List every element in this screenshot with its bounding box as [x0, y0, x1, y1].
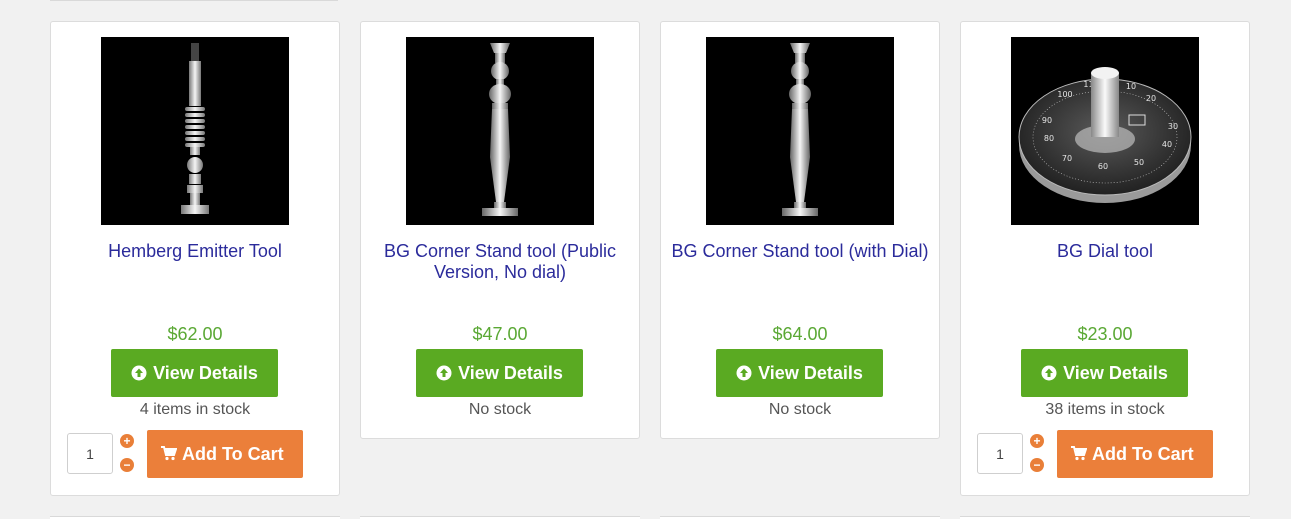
add-to-cart-button[interactable]: Add To Cart — [1057, 430, 1213, 478]
arrow-circle-up-icon — [1041, 365, 1057, 381]
product-card: BG Corner Stand tool (Public Version, No… — [360, 21, 640, 439]
previous-row-card-edge — [50, 0, 338, 1]
dial-number: 30 — [1168, 122, 1178, 131]
quantity-input[interactable] — [67, 433, 113, 474]
dial-number: 50 — [1134, 158, 1144, 167]
product-price: $62.00 — [167, 324, 223, 344]
add-to-cart-label: Add To Cart — [1092, 444, 1194, 464]
product-title-link[interactable]: BG Corner Stand tool (with Dial) — [671, 241, 929, 262]
dial-number: 80 — [1044, 134, 1054, 143]
view-details-button[interactable]: View Details — [416, 349, 583, 397]
arrow-circle-up-icon — [436, 365, 452, 381]
view-details-button[interactable]: View Details — [716, 349, 883, 397]
product-price: $64.00 — [772, 324, 828, 344]
product-price: $23.00 — [1077, 324, 1133, 344]
arrow-circle-up-icon — [736, 365, 752, 381]
product-image[interactable] — [406, 37, 594, 225]
dial-number: 100 — [1057, 90, 1072, 99]
product-image[interactable] — [706, 37, 894, 225]
product-card: Hemberg Emitter Tool $62.00 View Details… — [50, 21, 340, 496]
product-title-link[interactable]: Hemberg Emitter Tool — [61, 241, 329, 262]
add-to-cart-label: Add To Cart — [182, 444, 284, 464]
view-details-button[interactable]: View Details — [1021, 349, 1188, 397]
product-title-link[interactable]: BG Corner Stand tool (Public Version, No… — [371, 241, 629, 283]
minus-circle-icon[interactable]: − — [1030, 458, 1044, 472]
add-to-cart-button[interactable]: Add To Cart — [147, 430, 303, 478]
product-image[interactable] — [101, 37, 289, 225]
dial-number: 20 — [1146, 94, 1156, 103]
view-details-label: View Details — [1063, 363, 1168, 383]
product-card: 100 110 10 20 30 40 50 60 70 80 90 BG Di… — [960, 21, 1250, 496]
product-image[interactable]: 100 110 10 20 30 40 50 60 70 80 90 — [1011, 37, 1199, 225]
view-details-button[interactable]: View Details — [111, 349, 278, 397]
view-details-label: View Details — [458, 363, 563, 383]
product-price: $47.00 — [472, 324, 528, 344]
plus-circle-icon[interactable]: + — [1030, 434, 1044, 448]
dial-number: 90 — [1042, 116, 1052, 125]
dial-number: 10 — [1126, 82, 1136, 91]
quantity-input[interactable] — [977, 433, 1023, 474]
stock-status: 4 items in stock — [139, 401, 251, 418]
cart-icon — [161, 446, 177, 461]
cart-icon — [1071, 446, 1087, 461]
view-details-label: View Details — [758, 363, 863, 383]
product-title-link[interactable]: BG Dial tool — [971, 241, 1239, 262]
view-details-label: View Details — [153, 363, 258, 383]
dial-number: 70 — [1062, 154, 1072, 163]
arrow-circle-up-icon — [131, 365, 147, 381]
minus-circle-icon[interactable]: − — [120, 458, 134, 472]
product-card: BG Corner Stand tool (with Dial) $64.00 … — [660, 21, 940, 439]
stock-status: 38 items in stock — [1045, 401, 1165, 418]
stock-status: No stock — [768, 401, 832, 418]
stock-status: No stock — [468, 401, 532, 418]
plus-circle-icon[interactable]: + — [120, 434, 134, 448]
dial-number: 40 — [1162, 140, 1172, 149]
dial-number: 60 — [1098, 162, 1108, 171]
